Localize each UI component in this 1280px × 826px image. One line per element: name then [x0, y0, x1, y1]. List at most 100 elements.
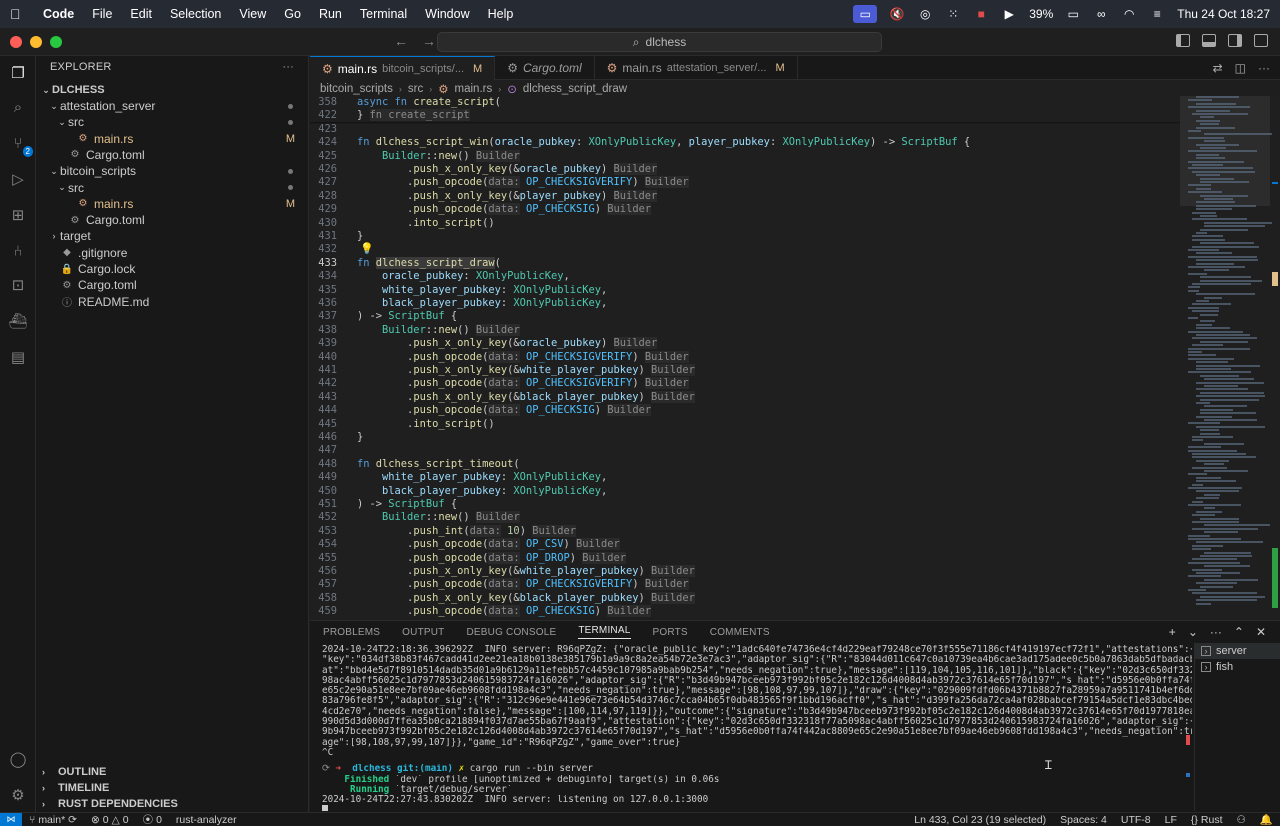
breadcrumb-file[interactable]: main.rs — [455, 83, 493, 95]
indentation[interactable]: Spaces: 4 — [1053, 814, 1114, 826]
breadcrumb-folder[interactable]: bitcoin_scripts — [320, 83, 393, 95]
tree-item[interactable]: ⚙ main.rs M — [36, 131, 309, 147]
menu-terminal[interactable]: Terminal — [351, 7, 416, 21]
tree-item[interactable]: ⓘ README.md — [36, 294, 309, 310]
toggle-panel-icon[interactable] — [1202, 34, 1216, 47]
accessibility-icon[interactable]: ◎ — [917, 7, 933, 21]
tab-problems[interactable]: PROBLEMS — [323, 627, 380, 638]
timeline-section[interactable]: › TIMELINE — [36, 780, 309, 796]
git-branch-status[interactable]: ⑂ main* ⟳ — [22, 814, 84, 826]
menu-window[interactable]: Window — [416, 7, 478, 21]
menu-go[interactable]: Go — [275, 7, 310, 21]
lightbulb-icon[interactable]: 💡 — [360, 242, 374, 255]
tab-terminal[interactable]: TERMINAL — [578, 625, 631, 639]
minimap[interactable] — [1180, 96, 1280, 618]
control-center-icon[interactable]: ≡ — [1149, 7, 1165, 21]
close-panel-icon[interactable]: ✕ — [1256, 625, 1266, 639]
tree-item[interactable]: › target — [36, 228, 309, 244]
code-editor[interactable]: 358 async fn create_script(422} fn create… — [310, 96, 1180, 618]
terminal-item-server[interactable]: › server — [1195, 643, 1280, 659]
toggle-secondary-sidebar-icon[interactable] — [1228, 34, 1242, 47]
menu-help[interactable]: Help — [479, 7, 523, 21]
comments-icon[interactable]: ▤ — [7, 346, 29, 368]
encoding[interactable]: UTF-8 — [1114, 814, 1158, 826]
tab-main-rs-attestation-server[interactable]: ⚙ main.rs attestation_server/... M — [595, 56, 798, 80]
account-icon[interactable]: ◯ — [7, 748, 29, 770]
copilot-icon[interactable]: ⚇ — [1230, 814, 1253, 826]
rust-analyzer-status[interactable]: rust-analyzer — [169, 814, 244, 826]
menu-selection[interactable]: Selection — [161, 7, 230, 21]
cursor-position[interactable]: Ln 433, Col 23 (19 selected) — [907, 814, 1053, 826]
tab-debug-console[interactable]: DEBUG CONSOLE — [466, 627, 556, 638]
explorer-icon[interactable]: ❐ — [7, 62, 29, 84]
rust-dependencies-section[interactable]: › RUST DEPENDENCIES — [36, 796, 309, 812]
tab-cargo-toml[interactable]: ⚙ Cargo.toml — [495, 56, 595, 80]
terminal-item-fish[interactable]: › fish — [1195, 659, 1280, 675]
tree-item[interactable]: ⌄ attestation_server — [36, 98, 309, 114]
menu-file[interactable]: File — [83, 7, 121, 21]
chevron-down-icon[interactable]: ⌄ — [1188, 625, 1198, 639]
play-icon[interactable]: ▶ — [1001, 7, 1017, 21]
apple-icon[interactable]:  — [10, 6, 34, 22]
grid-icon[interactable]: ⁙ — [945, 7, 961, 21]
workspace-root[interactable]: ⌄ DLCHESS — [36, 82, 309, 98]
menubar-clock[interactable]: Thu 24 Oct 18:27 — [1177, 7, 1270, 21]
more-actions-icon[interactable]: ··· — [1258, 61, 1270, 75]
git-graph-icon[interactable]: ⑃ — [7, 240, 29, 262]
menu-view[interactable]: View — [230, 7, 275, 21]
language-mode[interactable]: {} Rust — [1184, 814, 1230, 826]
tree-item[interactable]: ⌄ bitcoin_scripts — [36, 163, 309, 179]
new-terminal-icon[interactable]: + — [1169, 625, 1176, 639]
customize-layout-icon[interactable] — [1254, 34, 1268, 47]
back-arrow-icon[interactable]: ← — [394, 33, 408, 49]
zoom-window-button[interactable] — [50, 36, 62, 48]
remote-indicator-icon[interactable]: ⋈ — [0, 812, 22, 826]
wifi-icon[interactable]: ◠ — [1121, 7, 1137, 21]
menu-app-name[interactable]: Code — [34, 7, 83, 21]
mute-icon[interactable]: 🔇 — [889, 7, 905, 21]
run-debug-icon[interactable]: ▷ — [7, 168, 29, 190]
more-actions-icon[interactable]: ··· — [1210, 625, 1222, 639]
outline-section[interactable]: › OUTLINE — [36, 764, 309, 780]
more-actions-icon[interactable]: ··· — [282, 61, 294, 73]
terminal-output[interactable]: 2024-10-24T22:18:36.396292Z INFO server:… — [322, 645, 1192, 811]
extensions-icon[interactable]: ⊞ — [7, 204, 29, 226]
breadcrumb-symbol[interactable]: dlchess_script_draw — [523, 83, 627, 95]
close-window-button[interactable] — [10, 36, 22, 48]
remote-explorer-icon[interactable]: ⊡ — [7, 274, 29, 296]
problems-status[interactable]: ⊗ 0 △ 0 — [84, 814, 136, 826]
toggle-sidebar-icon[interactable] — [1176, 34, 1190, 47]
maximize-panel-icon[interactable]: ⌃ — [1234, 625, 1244, 639]
tree-item[interactable]: ⌄ src — [36, 114, 309, 130]
tree-item[interactable]: ⚙ Cargo.toml — [36, 147, 309, 163]
tab-main-rs-bitcoin-scripts[interactable]: ⚙ main.rs bitcoin_scripts/... M — [310, 56, 496, 80]
source-control-icon[interactable]: ⑂ 2 — [7, 132, 33, 157]
tree-item[interactable]: ⚙ main.rs M — [36, 196, 309, 212]
end-of-line[interactable]: LF — [1158, 814, 1184, 826]
minimize-window-button[interactable] — [30, 36, 42, 48]
breadcrumb-src[interactable]: src — [408, 83, 423, 95]
link-icon[interactable]: ∞ — [1093, 7, 1109, 21]
menu-edit[interactable]: Edit — [121, 7, 161, 21]
menu-run[interactable]: Run — [310, 7, 351, 21]
tree-item[interactable]: 🔒 Cargo.lock — [36, 261, 309, 277]
forward-arrow-icon[interactable]: → — [422, 33, 436, 49]
docker-icon[interactable]: ⛴ — [7, 310, 29, 332]
tab-ports[interactable]: PORTS — [653, 627, 688, 638]
tab-output[interactable]: OUTPUT — [402, 627, 444, 638]
tree-item[interactable]: ⌄ src — [36, 180, 309, 196]
settings-gear-icon[interactable]: ⚙ — [7, 784, 29, 806]
ports-status[interactable]: ⦿ 0 — [136, 812, 169, 826]
open-changes-icon[interactable]: ⇄ — [1213, 61, 1223, 75]
tab-comments[interactable]: COMMENTS — [710, 627, 770, 638]
tree-item[interactable]: ⚙ Cargo.toml — [36, 212, 309, 228]
notifications-icon[interactable]: 🔔 — [1253, 813, 1280, 826]
command-center-search[interactable]: ⌕ dlchess — [437, 32, 882, 52]
tree-item[interactable]: ⚙ Cargo.toml — [36, 277, 309, 293]
screen-share-icon[interactable]: ▭ — [853, 5, 878, 23]
split-editor-icon[interactable]: ◫ — [1235, 61, 1246, 75]
search-view-icon[interactable]: ⌕ — [7, 96, 29, 118]
red-app-icon[interactable]: ■ — [973, 7, 989, 21]
battery-icon[interactable]: ▭ — [1065, 7, 1081, 21]
tree-item[interactable]: ◆ .gitignore — [36, 245, 309, 261]
